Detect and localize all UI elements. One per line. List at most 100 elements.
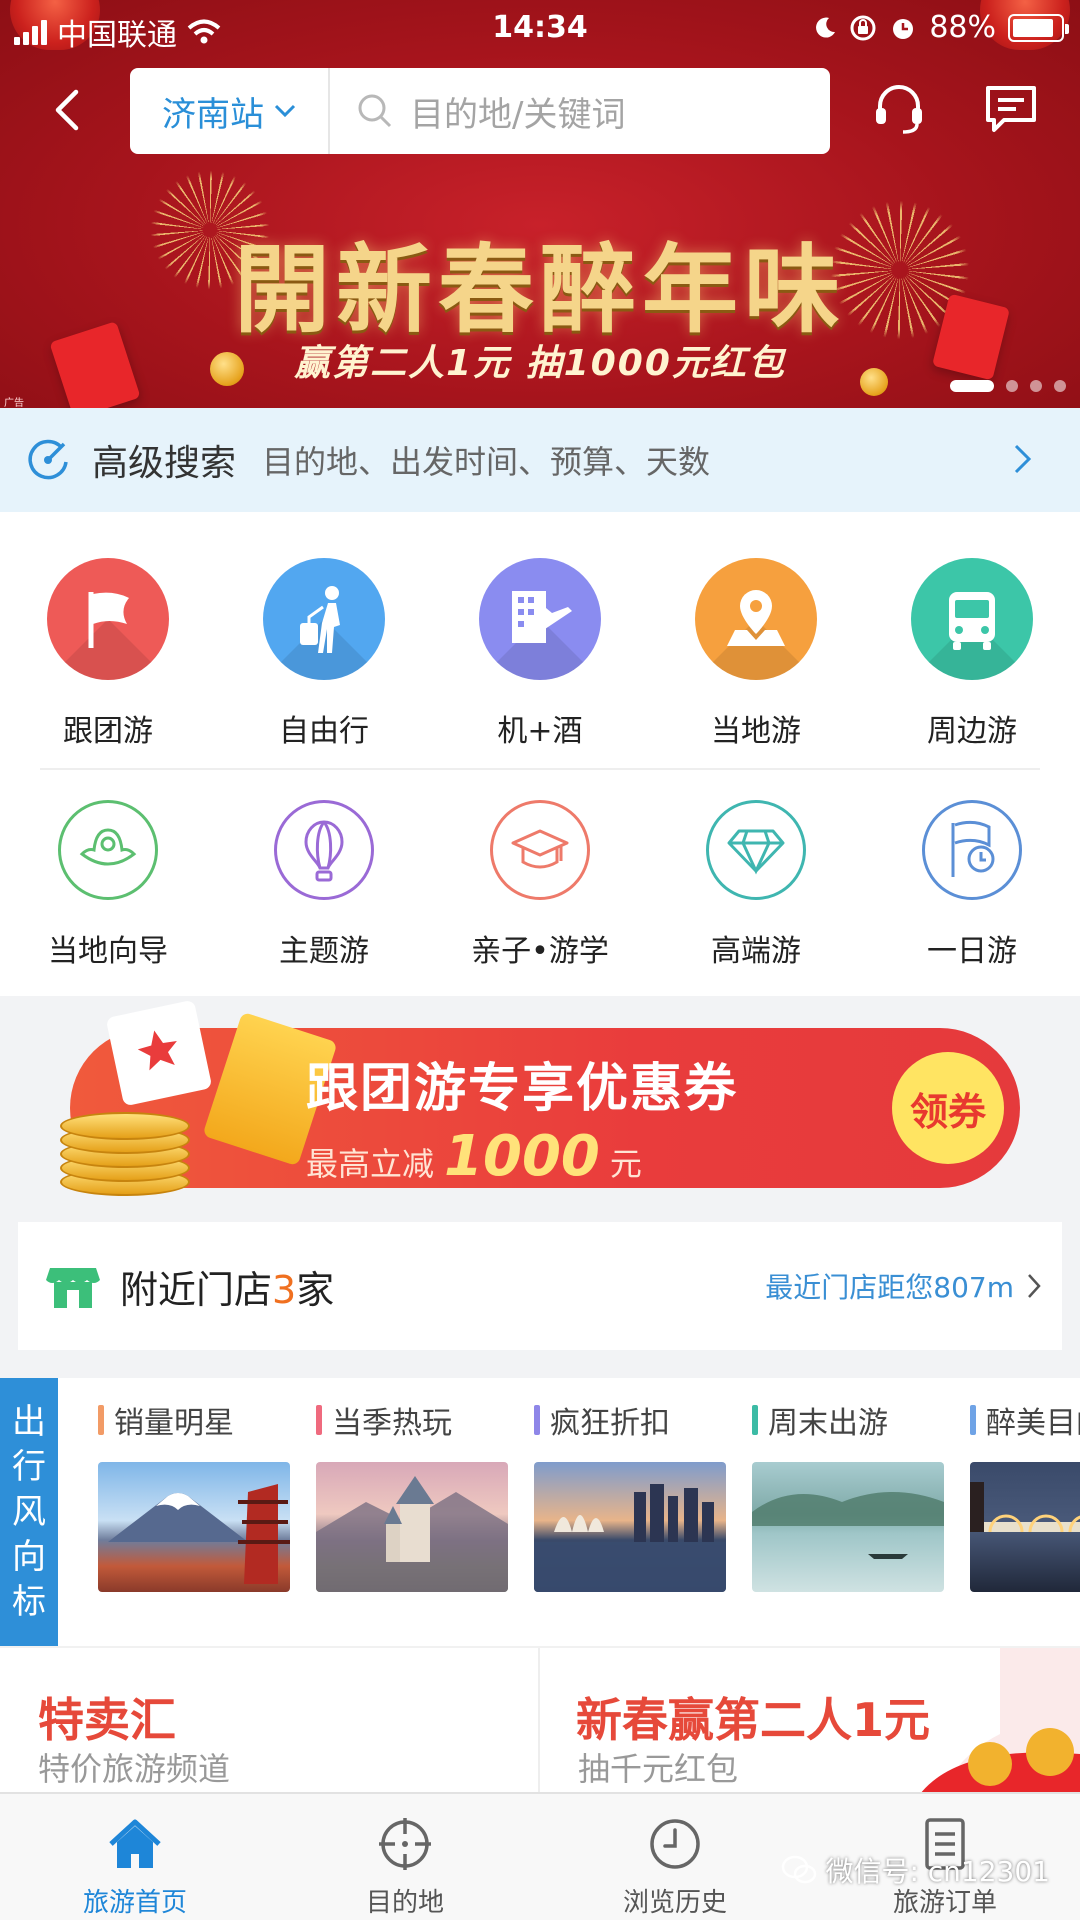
alarm-icon: [893, 18, 914, 39]
coupon-subtitle: 最高立减 1000 元: [306, 1124, 642, 1189]
rotation-lock-icon: [850, 15, 876, 40]
city-name: 济南站: [162, 94, 264, 135]
trend-color-bar: [752, 1405, 758, 1435]
category-parent-child-study[interactable]: 亲子•游学: [432, 800, 648, 970]
tab-label: 浏览历史: [622, 1888, 727, 1918]
new-year-promo-card[interactable]: 新春赢第二人1元 抽千元红包: [540, 1648, 1080, 1792]
diamond-icon: [706, 800, 806, 900]
category-nearby-tour[interactable]: 周边游: [864, 558, 1080, 750]
trend-card-beautiful-destinations[interactable]: 醉美目的: [970, 1400, 1080, 1592]
chevron-right-icon: [1014, 444, 1032, 474]
category-label: 亲子•游学: [471, 934, 609, 969]
city-selector[interactable]: 济南站: [130, 68, 330, 154]
nearby-store-count: 3: [272, 1267, 297, 1312]
trend-color-bar: [98, 1405, 104, 1435]
claim-coupon-button[interactable]: 领券: [892, 1052, 1004, 1164]
tab-browse-history[interactable]: 浏览历史: [540, 1794, 810, 1920]
promo-cards: 特卖汇 特价旅游频道 新春赢第二人1元 抽千元红包: [0, 1646, 1080, 1792]
category-label: 主题游: [279, 934, 369, 969]
nearest-store-distance: 最近门店距您807m: [765, 1271, 1014, 1304]
back-button[interactable]: [44, 84, 96, 136]
location-pin-icon: [695, 558, 817, 680]
trend-tag: 出 行 风 向 标: [0, 1378, 58, 1646]
trend-card-label: 疯狂折扣: [550, 1406, 670, 1441]
category-grid: 跟团游 自由行 机+酒 当地游 周边游 当地向导 主题游 亲子•游学 高端游 一…: [0, 512, 1080, 996]
coupon-sub-prefix: 最高立减: [306, 1145, 435, 1183]
trend-color-bar: [316, 1405, 322, 1435]
search-placeholder: 目的地/关键词: [410, 94, 626, 135]
flash-sale-title: 特卖汇: [38, 1693, 176, 1747]
trend-card-seasonal-hot[interactable]: 当季热玩: [316, 1400, 508, 1592]
coupon-banner[interactable]: 跟团游专享优惠券 最高立减 1000 元 领券: [60, 999, 1020, 1196]
trend-tag-char: 出: [12, 1401, 46, 1442]
trend-color-bar: [970, 1405, 976, 1435]
trend-card-weekend-trip[interactable]: 周末出游: [752, 1400, 944, 1592]
coupon-unit: 元: [609, 1145, 642, 1183]
grid-divider: [40, 768, 1040, 770]
coin-stack-graphic: [60, 1108, 200, 1198]
crosshair-icon: [379, 1818, 431, 1870]
top-nav: 济南站 目的地/关键词: [0, 66, 1080, 156]
message-icon[interactable]: [982, 80, 1040, 138]
new-year-promo-subtitle: 抽千元红包: [578, 1750, 739, 1788]
category-flight-hotel[interactable]: 机+酒: [432, 558, 648, 750]
category-label: 一日游: [927, 934, 1017, 969]
travel-trend-section: 出 行 风 向 标 销量明星 当季热玩 疯狂折扣 周末出游 醉美目: [0, 1378, 1080, 1646]
nearby-stores-row[interactable]: 附近门店3家 最近门店距您807m: [18, 1222, 1062, 1350]
category-group-tour[interactable]: 跟团游: [0, 558, 216, 750]
carousel-dots: [950, 380, 1066, 392]
graduation-cap-icon: [490, 800, 590, 900]
wechat-watermark: 微信号: cn12301: [781, 1850, 1050, 1890]
traveler-icon: [263, 558, 385, 680]
new-year-promo-title: 新春赢第二人1元: [576, 1693, 931, 1747]
banner-title[interactable]: 開新春醉年味: [0, 212, 1080, 351]
advanced-search-bar[interactable]: 高级搜索 目的地、出发时间、预算、天数: [0, 408, 1080, 512]
chevron-right-icon: [1028, 1274, 1041, 1298]
trend-card-crazy-discount[interactable]: 疯狂折扣: [534, 1400, 726, 1592]
trend-tag-char: 标: [12, 1581, 46, 1622]
moon-icon: [816, 17, 836, 38]
carousel-dot: [1054, 380, 1066, 392]
trend-tag-char: 向: [12, 1536, 46, 1577]
store-icon: [46, 1268, 100, 1308]
guide-hat-icon: [58, 800, 158, 900]
trend-tag-char: 风: [12, 1491, 46, 1532]
city-skyline-photo: [534, 1462, 726, 1592]
category-free-travel[interactable]: 自由行: [216, 558, 432, 750]
banner-subtitle: 赢第二人1元 抽1000元红包: [294, 343, 786, 384]
plane-hotel-icon: [479, 558, 601, 680]
category-theme-tour[interactable]: 主题游: [216, 800, 432, 970]
trend-card-label: 周末出游: [768, 1406, 888, 1441]
tab-travel-home[interactable]: 旅游首页: [0, 1794, 270, 1920]
tab-label: 目的地: [365, 1888, 444, 1918]
nearest-store-link[interactable]: 最近门店距您807m: [765, 1266, 1042, 1306]
category-local-guide[interactable]: 当地向导: [0, 800, 216, 970]
trend-card-label: 销量明星: [114, 1406, 234, 1441]
chevron-down-icon: [274, 104, 296, 118]
trend-card-best-sellers[interactable]: 销量明星: [98, 1400, 290, 1592]
advanced-search-hint: 目的地、出发时间、预算、天数: [262, 443, 711, 481]
category-label: 高端游: [711, 934, 801, 969]
flash-sale-card[interactable]: 特卖汇 特价旅游频道: [0, 1648, 538, 1792]
tab-label: 旅游首页: [82, 1888, 187, 1918]
customer-service-icon[interactable]: [870, 80, 928, 138]
search-input[interactable]: 目的地/关键词: [330, 87, 625, 136]
nearby-stores-title: 附近门店3家: [120, 1259, 334, 1314]
tab-destination[interactable]: 目的地: [270, 1794, 540, 1920]
battery-percent: 88%: [929, 10, 996, 45]
category-label: 当地游: [711, 714, 801, 749]
wechat-icon: [782, 1855, 817, 1884]
flag-clock-icon: [922, 800, 1022, 900]
coupon-amount: 1000: [444, 1124, 600, 1189]
category-label: 机+酒: [497, 714, 583, 749]
trend-card-label: 当季热玩: [332, 1406, 452, 1441]
status-bar: 中国联通 14:34 88%: [0, 0, 1080, 56]
nearby-title-prefix: 附近门店: [120, 1267, 273, 1312]
category-luxury-tour[interactable]: 高端游: [648, 800, 864, 970]
carousel-dot: [1006, 380, 1018, 392]
category-local-tour[interactable]: 当地游: [648, 558, 864, 750]
category-day-tour[interactable]: 一日游: [864, 800, 1080, 970]
bus-icon: [911, 558, 1033, 680]
compass-icon: [28, 439, 68, 480]
top-banner-area: 中国联通 14:34 88% 济南站 目的地/关键词 開新春醉年味 赢第二人1元…: [0, 0, 1080, 408]
